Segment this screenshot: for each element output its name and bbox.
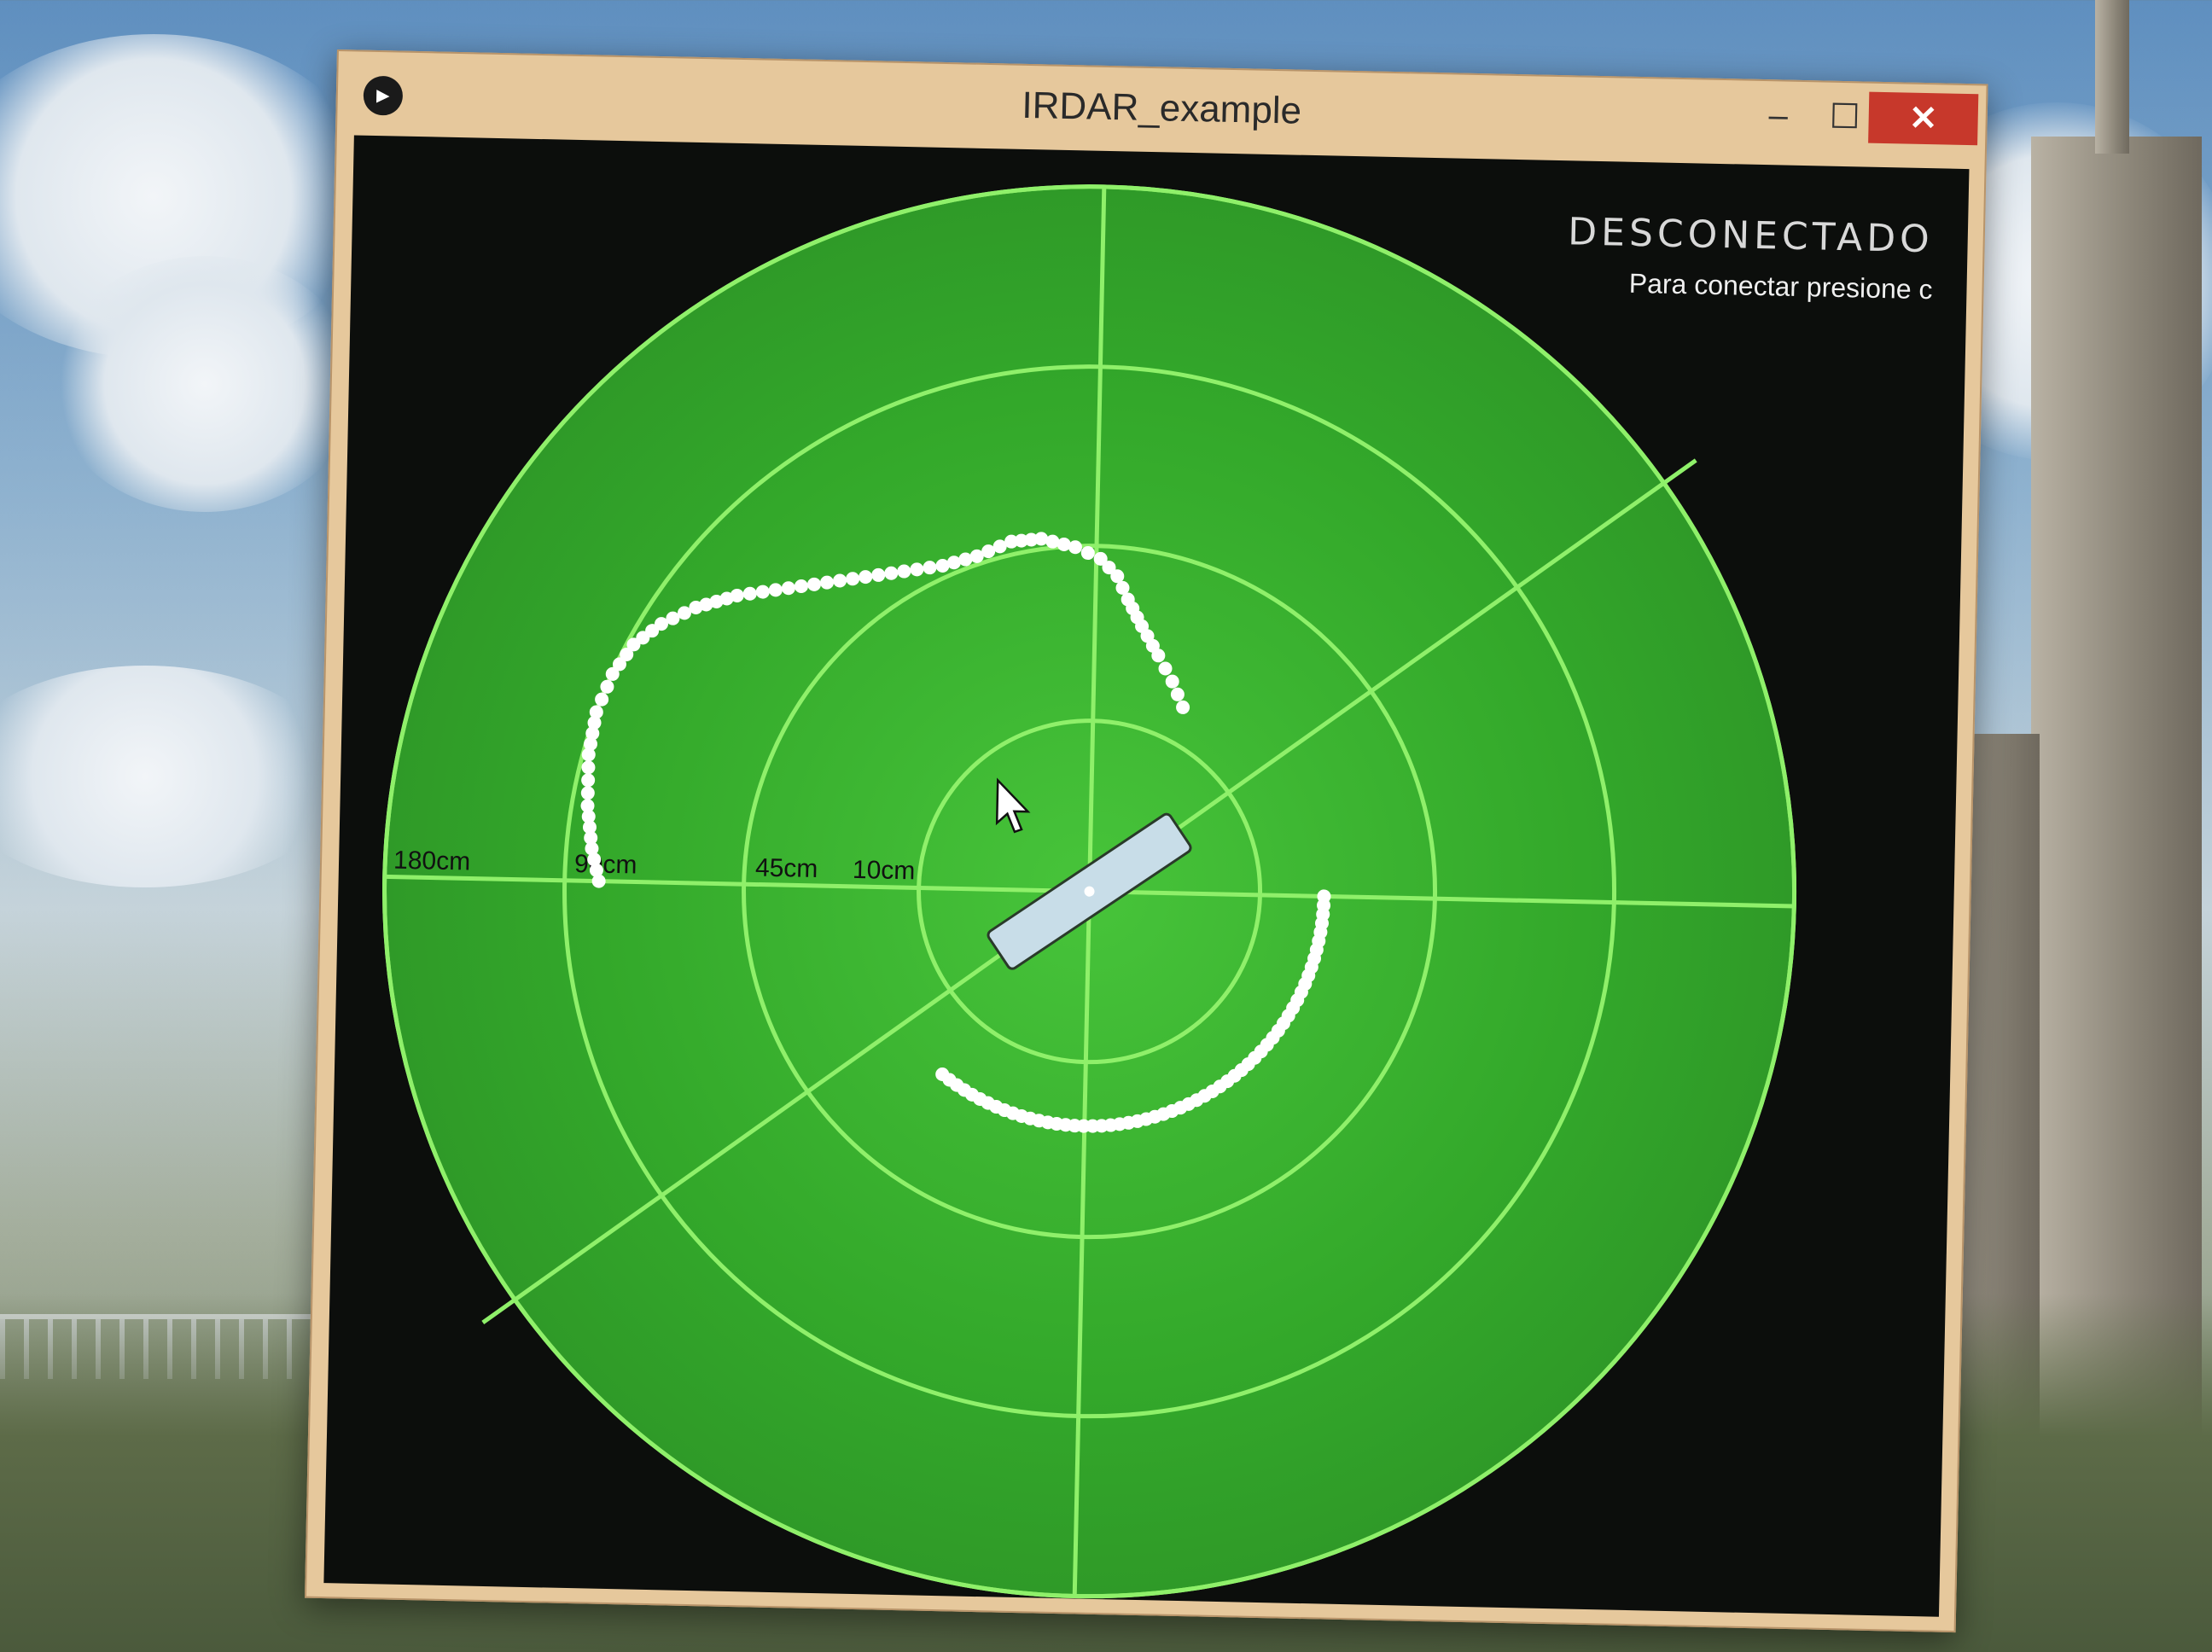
wallpaper-cloud	[0, 666, 341, 887]
ring-label-10: 10cm	[853, 856, 916, 886]
close-button[interactable]: ✕	[1868, 91, 1979, 146]
wallpaper-cloud	[51, 256, 358, 512]
app-window: ▶ IRDAR_example – ☐ ✕ 180cm 90cm 45cm 10…	[304, 49, 1988, 1633]
radar-display: 180cm 90cm 45cm 10cm	[382, 184, 1797, 1599]
window-title: IRDAR_example	[1021, 84, 1302, 132]
ring-label-180: 180cm	[393, 846, 471, 876]
ring-label-45: 45cm	[755, 853, 818, 883]
connection-hint: Para conectar presione c	[1628, 267, 1933, 305]
wallpaper-tower-spire	[2095, 0, 2129, 154]
radar-canvas[interactable]: 180cm 90cm 45cm 10cm DESCONECTADO Para c…	[323, 135, 1970, 1617]
minimize-button[interactable]: –	[1745, 90, 1811, 143]
ring-label-90: 90cm	[574, 850, 637, 880]
connection-status: DESCONECTADO	[1567, 210, 1935, 262]
